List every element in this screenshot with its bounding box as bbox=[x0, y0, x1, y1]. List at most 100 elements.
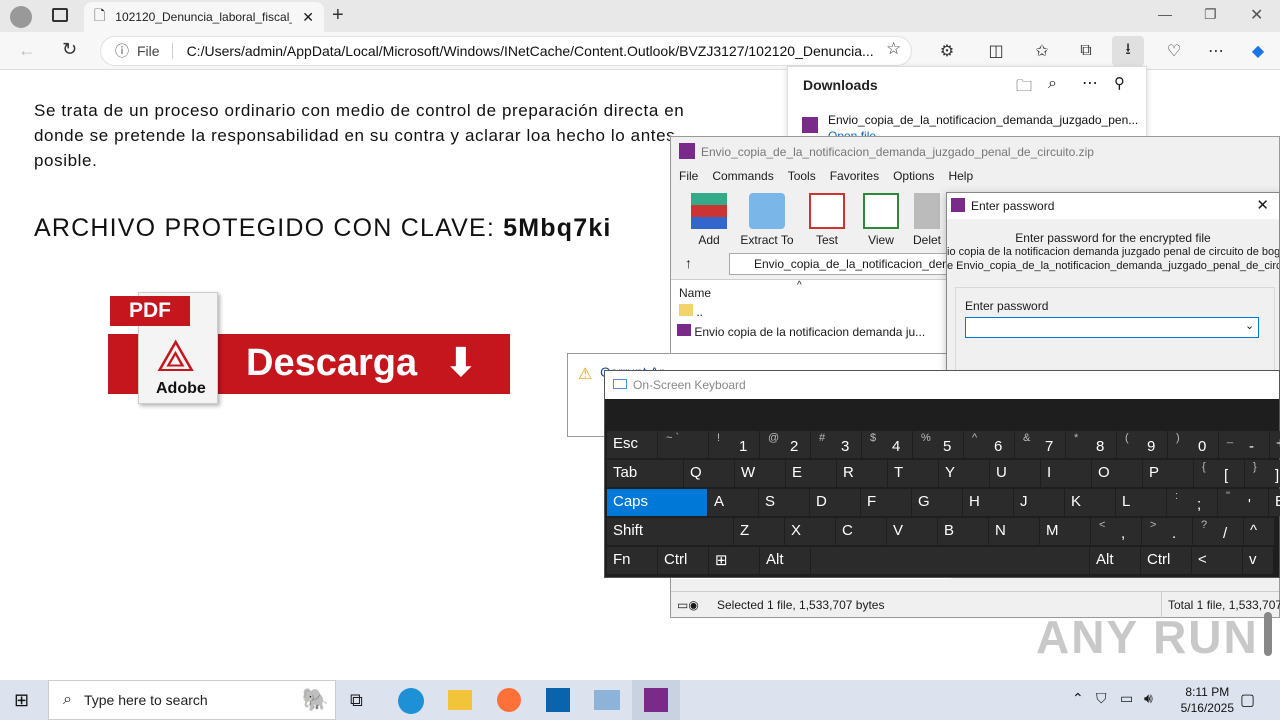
osk-key[interactable]: % 5 bbox=[913, 431, 963, 458]
menu-file[interactable]: File bbox=[679, 169, 698, 183]
osk-key[interactable]: #3 bbox=[811, 431, 861, 458]
favorites-icon[interactable]: ✩ bbox=[1030, 40, 1054, 62]
firefox-icon[interactable] bbox=[497, 688, 521, 712]
osk-key[interactable]: Shift bbox=[607, 518, 733, 545]
task-view-icon[interactable]: ⧉ bbox=[350, 690, 363, 711]
osk-key[interactable]: A bbox=[708, 489, 758, 516]
volume-icon[interactable]: 🔊︎ bbox=[1144, 690, 1153, 707]
osk-key[interactable]: Q bbox=[684, 460, 734, 487]
outlook-icon[interactable] bbox=[546, 688, 570, 712]
osk-key[interactable]: Y bbox=[939, 460, 989, 487]
osk-key[interactable]: >. bbox=[1142, 518, 1192, 545]
list-item[interactable]: Envio copia de la notificacion demanda j… bbox=[677, 324, 937, 342]
view-button[interactable]: View bbox=[851, 193, 911, 247]
pin-icon[interactable]: ⚲ bbox=[1114, 74, 1125, 92]
osk-key[interactable]: Esc bbox=[607, 431, 657, 458]
column-name[interactable]: Name bbox=[679, 286, 711, 300]
edge-icon[interactable] bbox=[398, 688, 424, 714]
osk-key[interactable]: v bbox=[1243, 547, 1273, 574]
osk-key[interactable]: & 7 bbox=[1015, 431, 1065, 458]
osk-key[interactable]: P bbox=[1143, 460, 1193, 487]
list-item[interactable]: .. bbox=[679, 304, 939, 322]
downloads-icon[interactable]: ⭳ bbox=[1112, 36, 1144, 66]
osk-key[interactable]: }] bbox=[1245, 460, 1280, 487]
winrar-taskbar-button[interactable] bbox=[632, 680, 680, 720]
osk-key[interactable]: I bbox=[1041, 460, 1091, 487]
address-url[interactable]: C:/Users/admin/AppData/Local/Microsoft/W… bbox=[187, 43, 874, 59]
up-folder-icon[interactable]: ↑ bbox=[685, 255, 692, 271]
chevron-down-icon[interactable]: ⌄ bbox=[1245, 319, 1254, 332]
add-button[interactable]: Add bbox=[679, 193, 739, 247]
osk-key[interactable]: + bbox=[1270, 431, 1280, 458]
osk-key[interactable]: ⊞ bbox=[709, 547, 759, 574]
osk-key[interactable]: Ctrl bbox=[658, 547, 708, 574]
osk-key[interactable]: < bbox=[1192, 547, 1242, 574]
osk-key[interactable]: _ - bbox=[1219, 431, 1269, 458]
osk-key[interactable] bbox=[811, 547, 1089, 574]
osk-key[interactable]: V bbox=[887, 518, 937, 545]
profile-avatar[interactable] bbox=[10, 6, 32, 28]
osk-key[interactable]: R bbox=[837, 460, 887, 487]
tab-actions-icon[interactable] bbox=[52, 8, 68, 22]
osk-key[interactable]: F bbox=[861, 489, 911, 516]
close-tab-icon[interactable]: ✕ bbox=[302, 9, 314, 26]
osk-key[interactable]: ! 1 bbox=[709, 431, 759, 458]
collections-icon[interactable]: ⧉ bbox=[1074, 40, 1098, 62]
osk-key[interactable]: @2 bbox=[760, 431, 810, 458]
osk-key[interactable]: Tab bbox=[607, 460, 683, 487]
osk-key[interactable]: ^ bbox=[1244, 518, 1274, 545]
osk-key[interactable]: :; bbox=[1167, 489, 1217, 516]
extract-to-button[interactable]: Extract To bbox=[737, 193, 797, 247]
osk-key[interactable]: Alt bbox=[1090, 547, 1140, 574]
osk-key[interactable]: G bbox=[912, 489, 962, 516]
osk-key[interactable]: E bbox=[1269, 489, 1280, 516]
chevron-up-icon[interactable]: ⌃ bbox=[1072, 690, 1084, 707]
open-folder-icon[interactable]: 🗀 bbox=[1016, 75, 1032, 102]
menu-commands[interactable]: Commands bbox=[712, 169, 773, 183]
osk-key[interactable]: L bbox=[1116, 489, 1166, 516]
osk-key[interactable]: M bbox=[1040, 518, 1090, 545]
osk-key[interactable]: C bbox=[836, 518, 886, 545]
menu-help[interactable]: Help bbox=[948, 169, 973, 183]
osk-key[interactable]: J bbox=[1014, 489, 1064, 516]
osk-key[interactable]: * 8 bbox=[1066, 431, 1116, 458]
refresh-icon[interactable]: ↻ bbox=[62, 39, 77, 60]
osk-key[interactable]: W bbox=[735, 460, 785, 487]
favorite-star-icon[interactable]: ☆ bbox=[886, 39, 901, 59]
download-item[interactable]: Envio_copia_de_la_notificacion_demanda_j… bbox=[828, 113, 1138, 127]
osk-key[interactable]: Z bbox=[734, 518, 784, 545]
split-screen-icon[interactable]: ◫ bbox=[984, 40, 1008, 62]
network-app-icon[interactable] bbox=[594, 690, 620, 710]
back-icon[interactable]: ← bbox=[18, 40, 36, 61]
download-pdf-banner[interactable]: PDF ⟁ Adobe Descarga ⬇ bbox=[108, 292, 510, 406]
osk-key[interactable]: Ctrl bbox=[1141, 547, 1191, 574]
osk-key[interactable]: O bbox=[1092, 460, 1142, 487]
osk-key[interactable]: (9 bbox=[1117, 431, 1167, 458]
new-tab-icon[interactable]: + bbox=[332, 4, 344, 27]
osk-key[interactable]: N bbox=[989, 518, 1039, 545]
start-windows-icon[interactable]: ⊞ bbox=[14, 690, 29, 711]
delete-button[interactable]: Delet bbox=[905, 193, 949, 247]
osk-key[interactable]: Alt bbox=[760, 547, 810, 574]
osk-key[interactable]: Fn bbox=[607, 547, 657, 574]
search-downloads-icon[interactable]: ⌕ bbox=[1048, 75, 1057, 93]
osk-key[interactable]: U bbox=[990, 460, 1040, 487]
menu-favorites[interactable]: Favorites bbox=[830, 169, 879, 183]
network-icon[interactable]: ▭ bbox=[1120, 690, 1133, 707]
performance-icon[interactable]: ♡ bbox=[1162, 40, 1186, 62]
osk-key[interactable]: D bbox=[810, 489, 860, 516]
osk-key[interactable]: H bbox=[963, 489, 1013, 516]
browser-tab[interactable]: 🗋 102120_Denuncia_laboral_fiscal_j ✕ bbox=[84, 2, 324, 32]
file-explorer-icon[interactable] bbox=[448, 690, 472, 710]
osk-key[interactable]: ) 0 bbox=[1168, 431, 1218, 458]
password-input[interactable] bbox=[965, 317, 1259, 338]
clock[interactable]: 8:11 PM 5/16/2025 bbox=[1181, 684, 1234, 716]
security-icon[interactable]: ⛉ bbox=[1096, 690, 1107, 707]
osk-key[interactable]: B bbox=[938, 518, 988, 545]
close-window-icon[interactable]: ✕ bbox=[1250, 5, 1263, 25]
archive-path[interactable]: Envio_copia_de_la_notificacion_dema bbox=[729, 253, 969, 275]
taskbar-search[interactable]: ⌕ Type here to search 🐘 bbox=[48, 680, 336, 720]
osk-key[interactable]: S bbox=[759, 489, 809, 516]
more-options-icon[interactable]: ⋯ bbox=[1204, 40, 1228, 62]
osk-key[interactable]: ? / bbox=[1193, 518, 1243, 545]
